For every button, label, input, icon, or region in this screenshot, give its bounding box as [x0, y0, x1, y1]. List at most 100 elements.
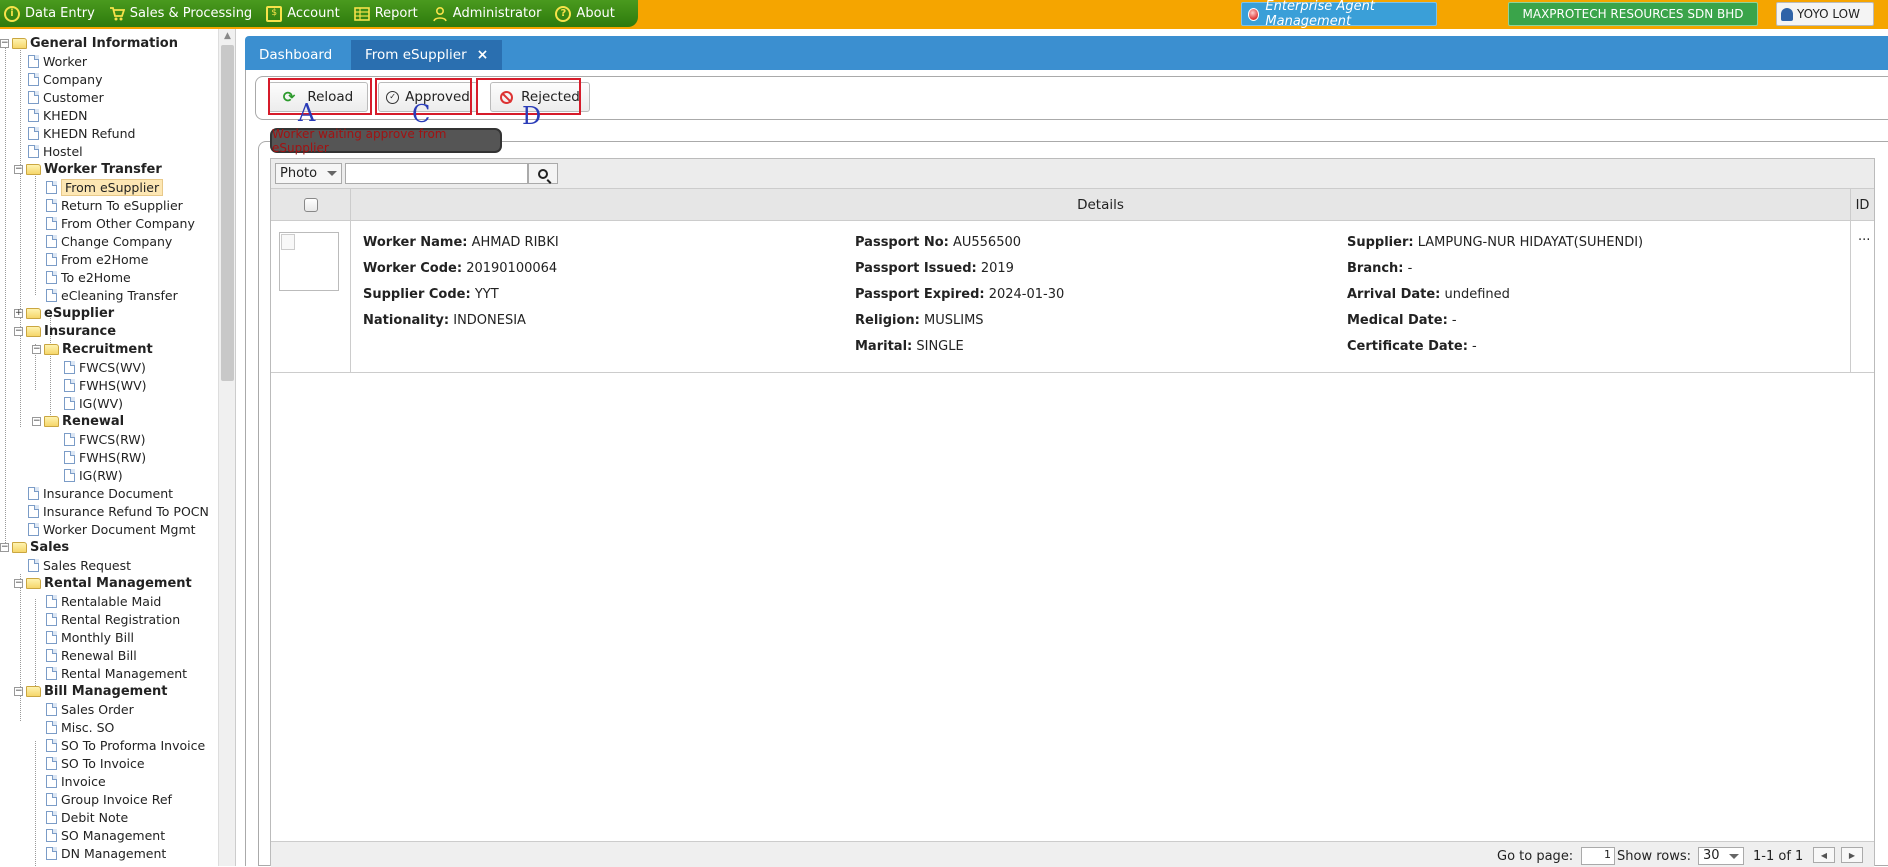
tree-item-worker[interactable]: Worker [28, 52, 87, 70]
reload-icon: ⟳ [282, 88, 296, 106]
tree-item-sales-order[interactable]: Sales Order [46, 700, 134, 718]
menu-data-entry[interactable]: i Data Entry [0, 5, 105, 22]
file-icon [46, 810, 57, 824]
menu-sales-processing[interactable]: Sales & Processing [105, 6, 262, 22]
tree-item-debit-note[interactable]: Debit Note [46, 808, 128, 826]
tree-item-fwhs-rw[interactable]: FWHS(RW) [64, 448, 146, 466]
tree-item-ig-wv[interactable]: IG(WV) [64, 394, 123, 412]
tree-item-dn-management[interactable]: DN Management [46, 844, 166, 862]
tree-folder-esupplier[interactable]: + eSupplier [14, 304, 114, 322]
tree-item-rentalable-maid[interactable]: Rentalable Maid [46, 592, 161, 610]
tree-item-from-e2home[interactable]: From e2Home [46, 250, 149, 268]
tab-dashboard[interactable]: Dashboard [245, 40, 346, 70]
sidebar-scrollbar[interactable]: ▲ [218, 29, 235, 866]
file-icon [46, 666, 57, 680]
tree-item-worker-document-mgmt[interactable]: Worker Document Mgmt [28, 520, 196, 538]
tree-item-group-invoice-ref[interactable]: Group Invoice Ref [46, 790, 172, 808]
file-icon [46, 288, 57, 302]
enterprise-agent-management-button[interactable]: Enterprise Agent Management [1241, 0, 1437, 29]
close-icon[interactable]: × [477, 47, 489, 63]
file-icon [46, 198, 57, 212]
tree-item-fwcs-rw[interactable]: FWCS(RW) [64, 430, 146, 448]
collapse-icon[interactable]: − [14, 686, 23, 696]
tree-item-so-management[interactable]: SO Management [46, 826, 165, 844]
chevron-down-icon [327, 171, 337, 176]
scroll-up-arrow-icon[interactable]: ▲ [219, 31, 235, 45]
column-header-details[interactable]: Details [351, 189, 1851, 221]
company-badge[interactable]: MAXPROTECH RESOURCES SDN BHD [1508, 2, 1758, 26]
tree-folder-rental-management[interactable]: − Rental Management [14, 574, 192, 592]
menu-administrator[interactable]: Administrator [428, 6, 552, 22]
tree-item-rental-registration[interactable]: Rental Registration [46, 610, 180, 628]
page-number-input[interactable]: 1 [1581, 847, 1615, 865]
select-all-checkbox[interactable] [304, 198, 318, 212]
tree-item-ecleaning-transfer[interactable]: eCleaning Transfer [46, 286, 178, 304]
tree-folder-renewal[interactable]: − Renewal [32, 412, 124, 430]
tree-folder-insurance[interactable]: − Insurance [14, 322, 116, 340]
tree-item-fwhs-wv[interactable]: FWHS(WV) [64, 376, 147, 394]
tree-folder-general-information[interactable]: − General Information [0, 34, 178, 52]
file-icon [46, 270, 57, 284]
collapse-icon[interactable]: − [14, 578, 23, 588]
tree-item-monthly-bill[interactable]: Monthly Bill [46, 628, 134, 646]
tree-item-invoice[interactable]: Invoice [46, 772, 106, 790]
tree-item-misc-so[interactable]: Misc. SO [46, 718, 114, 736]
file-icon [46, 828, 57, 842]
enterprise-label: Enterprise Agent Management [1265, 0, 1375, 29]
tree-item-sales-request[interactable]: Sales Request [28, 556, 131, 574]
tab-from-esupplier[interactable]: From eSupplier × [351, 40, 503, 70]
tree-item-so-to-invoice[interactable]: SO To Invoice [46, 754, 145, 772]
column-header-id[interactable]: ID [1851, 189, 1874, 221]
file-icon [64, 450, 75, 464]
next-page-button[interactable]: ▶ [1841, 847, 1863, 863]
collapse-icon[interactable]: − [32, 416, 41, 426]
tree-folder-bill-management[interactable]: − Bill Management [14, 682, 168, 700]
file-icon [28, 90, 39, 104]
tree-item-hostel[interactable]: Hostel [28, 142, 83, 160]
company-label: MAXPROTECH RESOURCES SDN BHD [1522, 7, 1744, 21]
tree-folder-recruitment[interactable]: − Recruitment [32, 340, 153, 358]
tree-item-rental-management[interactable]: Rental Management [46, 664, 187, 682]
search-button[interactable] [528, 163, 558, 184]
tree-folder-worker-transfer[interactable]: − Worker Transfer [14, 160, 162, 178]
tree-item-return-to-esupplier[interactable]: Return To eSupplier [46, 196, 183, 214]
rows-per-page-select[interactable]: 30 [1698, 847, 1744, 865]
tree-item-insurance-document[interactable]: Insurance Document [28, 484, 173, 502]
expand-icon[interactable]: + [14, 308, 23, 318]
collapse-icon[interactable]: − [0, 38, 9, 48]
passport-expired-field: Passport Expired: 2024-01-30 [855, 287, 1065, 302]
menu-label: Sales & Processing [129, 6, 253, 21]
collapse-icon[interactable]: − [32, 344, 41, 354]
tree-item-insurance-refund[interactable]: Insurance Refund To POCN [28, 502, 209, 520]
top-bar: i Data Entry Sales & Processing $ Accoun… [0, 0, 1888, 29]
reload-button[interactable]: ⟳ Reload [268, 82, 368, 112]
filter-field-select[interactable]: Photo [275, 163, 342, 184]
tree-item-change-company[interactable]: Change Company [46, 232, 172, 250]
scrollbar-thumb[interactable] [221, 45, 234, 381]
menu-account[interactable]: $ Account [262, 5, 350, 22]
collapse-icon[interactable]: − [14, 164, 23, 174]
collapse-icon[interactable]: − [0, 542, 9, 552]
collapse-icon[interactable]: − [14, 326, 23, 336]
tree-folder-sales[interactable]: − Sales [0, 538, 69, 556]
tree-item-to-e2home[interactable]: To e2Home [46, 268, 131, 286]
tree-item-so-to-proforma[interactable]: SO To Proforma Invoice [46, 736, 205, 754]
menu-about[interactable]: ? About [551, 5, 624, 22]
file-icon [46, 648, 57, 662]
tree-item-khedn[interactable]: KHEDN [28, 106, 87, 124]
user-menu[interactable]: YOYO LOW [1776, 2, 1874, 26]
tree-item-company[interactable]: Company [28, 70, 102, 88]
table-row[interactable]: Worker Name: AHMAD RIBKI Worker Code: 20… [271, 221, 1874, 373]
tree-item-from-other-company[interactable]: From Other Company [46, 214, 195, 232]
prev-page-button[interactable]: ◀ [1813, 847, 1835, 863]
tree-item-khedn-refund[interactable]: KHEDN Refund [28, 124, 135, 142]
tree-item-renewal-bill[interactable]: Renewal Bill [46, 646, 137, 664]
worker-grid: Photo Details ID Worker Name: AHMAD RIBK… [270, 158, 1875, 867]
filter-search-input[interactable] [345, 163, 528, 184]
menu-report[interactable]: Report [350, 6, 428, 22]
tree-item-from-esupplier[interactable]: From eSupplier [46, 178, 164, 196]
file-icon [46, 774, 57, 788]
tree-item-ig-rw[interactable]: IG(RW) [64, 466, 123, 484]
tree-item-fwcs-wv[interactable]: FWCS(WV) [64, 358, 146, 376]
tree-item-customer[interactable]: Customer [28, 88, 104, 106]
